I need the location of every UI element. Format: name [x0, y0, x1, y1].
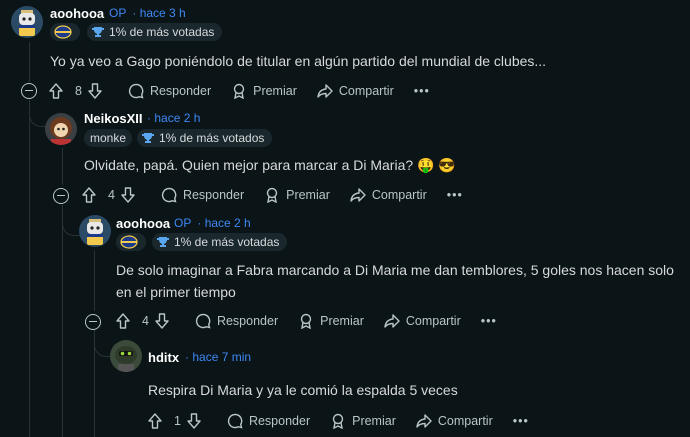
comment-icon [195, 313, 211, 329]
upvote-icon[interactable] [49, 83, 63, 99]
share-icon [317, 84, 333, 98]
share-button[interactable]: Compartir [317, 83, 394, 99]
avatar[interactable] [110, 340, 142, 372]
user-flair [50, 23, 80, 41]
upvote-icon[interactable] [116, 313, 130, 329]
club-crest-icon [120, 235, 138, 249]
comment-icon [227, 413, 243, 429]
user-flair: monke [84, 129, 133, 147]
comment-body: Olvidate, papá. Quien mejor para marcar … [84, 157, 456, 173]
comment-meta: OP · hace 3 h [109, 6, 186, 20]
upvote-icon[interactable] [82, 187, 96, 203]
timestamp[interactable]: hace 3 h [140, 6, 186, 20]
achievement-badge: 1% de más votadas [87, 23, 223, 41]
snoo-avatar-icon [115, 346, 137, 372]
timestamp[interactable]: hace 7 min [192, 350, 251, 364]
award-button[interactable]: Premiar [264, 187, 330, 203]
username[interactable]: NeikosXII [84, 111, 143, 126]
op-badge: OP [174, 216, 192, 230]
username[interactable]: aoohooa [50, 6, 104, 21]
comment-body: Respira Di Maria y ya le comió la espald… [148, 382, 458, 398]
thread-line [94, 250, 95, 311]
comment-icon [161, 187, 177, 203]
share-icon [416, 414, 432, 428]
achievement-badge: 1% de más votados [137, 129, 273, 147]
comment-icon [128, 83, 144, 99]
flair-label: monke [90, 131, 127, 145]
snoo-avatar-icon [19, 10, 35, 36]
vote-count: 4 [142, 314, 149, 328]
avatar[interactable] [45, 113, 77, 145]
collapse-icon[interactable] [21, 83, 37, 99]
thread-connector [94, 330, 111, 357]
share-button[interactable]: Compartir [416, 413, 493, 429]
more-options-button[interactable]: ••• [481, 314, 497, 328]
award-button[interactable]: Premiar [298, 313, 364, 329]
trophy-icon [157, 237, 169, 247]
vote-count: 4 [108, 188, 115, 202]
avatar[interactable] [79, 215, 111, 247]
comment-actions: 4 Responder Premiar Compartir ••• [82, 184, 463, 206]
more-options-button[interactable]: ••• [447, 188, 463, 202]
award-button[interactable]: Premiar [330, 413, 396, 429]
share-icon [384, 314, 400, 328]
downvote-icon[interactable] [121, 187, 135, 203]
comment-body: Yo ya veo a Gago poniéndolo de titular e… [50, 53, 547, 69]
comment-body: De solo imaginar a Fabra marcando a Di M… [116, 262, 674, 300]
thread-line [29, 42, 30, 82]
more-options-button[interactable]: ••• [414, 84, 430, 98]
award-icon [300, 313, 312, 329]
trophy-icon [92, 27, 104, 37]
achievement-badge: 1% de más votadas [152, 233, 288, 251]
timestamp[interactable]: hace 2 h [154, 111, 200, 125]
username[interactable]: hditx [148, 350, 179, 365]
downvote-icon[interactable] [187, 413, 201, 429]
thread-line [62, 205, 63, 437]
comment-meta: OP · hace 2 h [174, 216, 251, 230]
comment-meta: · hace 7 min [185, 350, 252, 364]
comment-actions: 1 Responder Premiar Compartir ••• [148, 410, 529, 432]
collapse-icon[interactable] [85, 314, 101, 330]
award-button[interactable]: Premiar [231, 83, 297, 99]
badge-label: 1% de más votadas [174, 235, 280, 249]
collapse-icon[interactable] [53, 188, 69, 204]
more-options-button[interactable]: ••• [513, 414, 529, 428]
comment-actions: 8 Responder Premiar Compartir ••• [49, 80, 430, 102]
upvote-icon[interactable] [148, 413, 162, 429]
reply-button[interactable]: Responder [128, 83, 211, 99]
user-flair [116, 233, 146, 251]
share-icon [350, 188, 366, 202]
award-icon [266, 187, 278, 203]
timestamp[interactable]: hace 2 h [205, 216, 251, 230]
award-icon [332, 413, 344, 429]
downvote-icon[interactable] [155, 313, 169, 329]
reply-button[interactable]: Responder [161, 187, 244, 203]
snoo-avatar-icon [87, 219, 103, 245]
thread-line [62, 148, 63, 185]
snoo-avatar-icon [50, 117, 72, 145]
vote-count: 8 [75, 84, 82, 98]
avatar[interactable] [11, 6, 43, 38]
club-crest-icon [54, 25, 72, 39]
reply-button[interactable]: Responder [227, 413, 310, 429]
vote-count: 1 [174, 414, 181, 428]
award-icon [233, 83, 245, 99]
share-button[interactable]: Compartir [384, 313, 461, 329]
trophy-icon [142, 133, 154, 143]
op-badge: OP [109, 6, 127, 20]
badge-label: 1% de más votadas [109, 25, 215, 39]
share-button[interactable]: Compartir [350, 187, 427, 203]
downvote-icon[interactable] [88, 83, 102, 99]
thread-line [29, 100, 30, 437]
comment-meta: · hace 2 h [147, 111, 201, 125]
badge-label: 1% de más votados [159, 131, 265, 145]
reply-button[interactable]: Responder [195, 313, 278, 329]
username[interactable]: aoohooa [116, 216, 170, 231]
comment-actions: 4 Responder Premiar Compartir ••• [116, 310, 497, 332]
